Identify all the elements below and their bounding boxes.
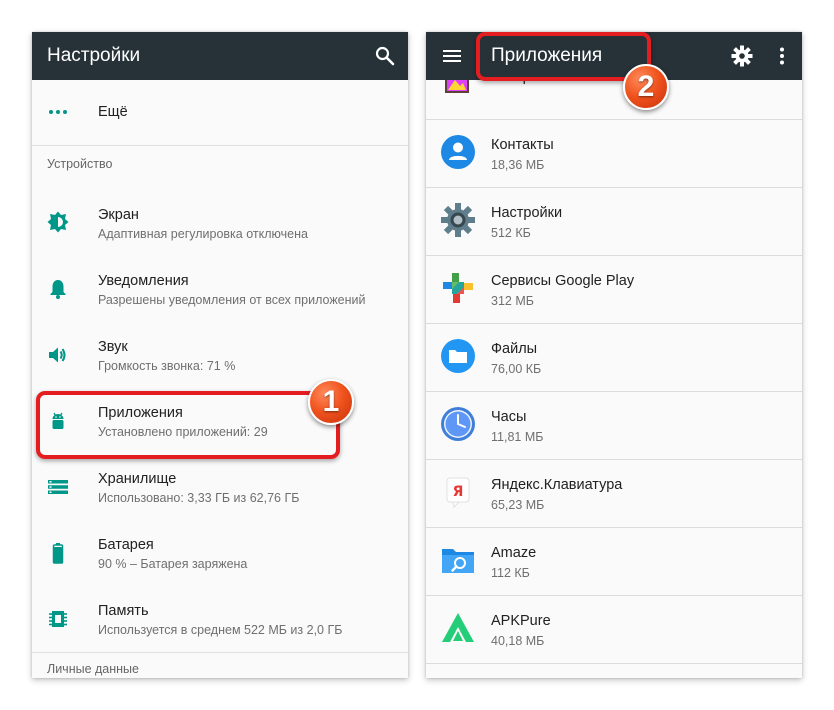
app-name: Настройки <box>491 205 563 221</box>
app-size: 112 КБ <box>491 566 530 580</box>
divider <box>32 652 408 653</box>
settings-item-subtitle: 90 % – Батарея заряжена <box>98 557 248 571</box>
section-header-device: Устройство <box>47 157 113 171</box>
brightness-icon <box>47 211 69 233</box>
app-item-amaze[interactable]: Amaze 112 КБ <box>426 528 802 596</box>
settings-item-label: Ещё <box>98 104 128 120</box>
app-name: Сервисы Google Play <box>491 273 635 289</box>
settings-app-bar: Настройки <box>32 32 408 80</box>
apkpure-icon <box>442 613 474 642</box>
amaze-icon <box>442 549 474 573</box>
app-item-yandex-keyboard[interactable]: Я Яндекс.Клавиатура 65,23 МБ <box>426 460 802 528</box>
settings-item-more[interactable]: Ещё <box>32 80 408 144</box>
app-name: Amaze <box>491 545 537 561</box>
clock-icon <box>441 407 475 441</box>
page-title: Настройки <box>47 45 141 66</box>
app-size: 76,00 КБ <box>491 362 542 376</box>
bell-icon <box>50 280 66 299</box>
settings-item-sound[interactable]: Звук Громкость звонка: 71 % <box>32 324 408 390</box>
gear-icon[interactable] <box>730 44 754 68</box>
settings-item-memory[interactable]: Память Используется в среднем 522 МБ из … <box>32 588 408 654</box>
app-item-settings[interactable]: Настройки 512 КБ <box>426 188 802 256</box>
settings-item-storage[interactable]: Хранилище Использовано: 3,33 ГБ из 62,76… <box>32 456 408 522</box>
settings-item-subtitle: Использовано: 3,33 ГБ из 62,76 ГБ <box>98 491 300 505</box>
settings-item-title: Память <box>98 603 149 619</box>
more-vert-icon[interactable] <box>770 44 794 68</box>
app-item-google-play-services[interactable]: Сервисы Google Play 312 МБ <box>426 256 802 324</box>
settings-item-title: Хранилище <box>98 471 177 487</box>
settings-item-notifications[interactable]: Уведомления Разрешены уведомления от все… <box>32 258 408 324</box>
more-horiz-icon <box>49 110 67 114</box>
app-name: APKPure <box>491 613 551 629</box>
files-icon <box>441 339 475 373</box>
memory-icon <box>49 611 67 627</box>
menu-icon[interactable] <box>440 44 464 68</box>
search-icon[interactable] <box>373 44 397 68</box>
settings-item-title: Экран <box>98 207 139 223</box>
battery-icon <box>52 543 64 564</box>
settings-item-subtitle: Разрешены уведомления от всех приложений <box>98 293 366 307</box>
app-name: Контакты <box>491 137 554 153</box>
step-badge-2: 2 <box>623 64 669 110</box>
settings-item-subtitle: Используется в среднем 522 МБ из 2,0 ГБ <box>98 623 343 637</box>
app-item-clock[interactable]: Часы 11,81 МБ <box>426 392 802 460</box>
storage-icon <box>48 480 68 494</box>
divider <box>32 145 408 146</box>
step-badge-1: 1 <box>308 379 354 425</box>
settings-item-title: Звук <box>98 339 128 355</box>
app-size: 512 КБ <box>491 226 531 240</box>
settings-screen: Настройки Ещё Устройство Экран Адаптивна… <box>32 32 408 678</box>
yandex-keyboard-icon: Я <box>446 477 470 509</box>
highlight-applications-item <box>36 391 340 459</box>
settings-item-subtitle: Громкость звонка: 71 % <box>98 359 236 373</box>
google-play-services-icon <box>443 273 473 303</box>
settings-item-title: Батарея <box>98 537 154 553</box>
app-item-apkpure[interactable]: APKPure 40,18 МБ <box>426 596 802 664</box>
app-size: 11,81 МБ <box>491 430 544 444</box>
app-item-files[interactable]: Файлы 76,00 КБ <box>426 324 802 392</box>
app-size: 40,18 МБ <box>491 634 545 648</box>
app-item-contacts[interactable]: Контакты 18,36 МБ <box>426 120 802 188</box>
highlight-applications-title <box>476 32 651 81</box>
app-name: Файлы <box>491 341 538 357</box>
contacts-icon <box>441 135 475 169</box>
settings-item-subtitle: Адаптивная регулировка отключена <box>98 227 308 241</box>
settings-item-title: Уведомления <box>98 273 189 289</box>
app-size: 65,23 МБ <box>491 498 545 512</box>
svg-text:Я: Я <box>453 484 464 500</box>
section-header-personal: Личные данные <box>47 662 139 676</box>
volume-icon <box>49 347 66 363</box>
app-size: 18,36 МБ <box>491 158 545 172</box>
app-name: Часы <box>491 409 527 425</box>
settings-item-display[interactable]: Экран Адаптивная регулировка отключена <box>32 192 408 258</box>
app-size: 312 МБ <box>491 294 534 308</box>
settings-item-battery[interactable]: Батарея 90 % – Батарея заряжена <box>32 522 408 588</box>
app-name: Яндекс.Клавиатура <box>491 477 623 493</box>
settings-app-icon <box>441 203 475 237</box>
applications-screen: Галерея Приложения <box>426 32 802 678</box>
